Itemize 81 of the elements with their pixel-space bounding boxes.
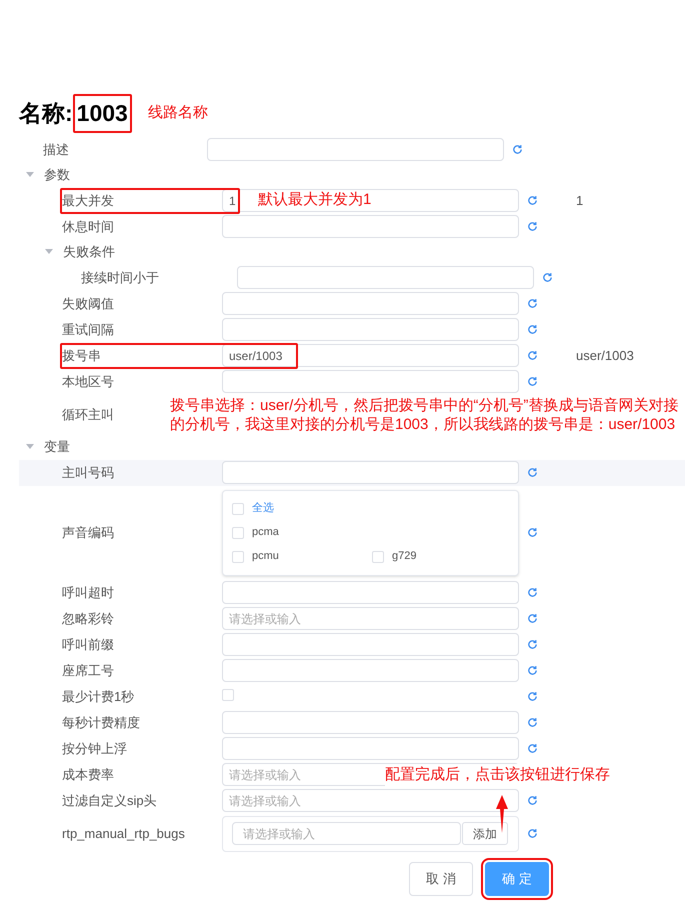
refresh-icon[interactable] <box>527 639 538 650</box>
refresh-icon[interactable] <box>527 717 538 728</box>
refresh-icon[interactable] <box>527 828 538 839</box>
text-field[interactable] <box>222 737 519 760</box>
cancel-button[interactable]: 取 消 <box>409 862 473 896</box>
text-field[interactable] <box>222 633 519 656</box>
text-field[interactable] <box>222 215 519 238</box>
text-field[interactable] <box>222 292 519 315</box>
caret-icon[interactable] <box>45 249 53 255</box>
refresh-icon[interactable] <box>527 221 538 232</box>
group-label[interactable]: 参数 <box>44 165 70 185</box>
annotation-tooltip: 配置完成后，点击该按钮进行保存 <box>385 764 610 786</box>
checkbox[interactable] <box>222 688 234 700</box>
field-label: 主叫号码 <box>62 464 114 482</box>
add-button[interactable]: 添加 <box>462 822 508 845</box>
checkbox[interactable] <box>232 526 244 538</box>
group-label[interactable]: 变量 <box>44 437 70 457</box>
field-label: 重试间隔 <box>62 320 114 339</box>
text-field[interactable] <box>222 659 519 682</box>
field-label: 最大并发 <box>62 192 114 210</box>
refresh-icon[interactable] <box>527 795 538 806</box>
annotation-text: 拨号串选择：user/分机号，然后把拨号串中的“分机号”替换成与语音网关对接的分机号，我这里对接的分机号是1003，所以我线路的拨号串是：user/1003 <box>170 396 680 434</box>
refresh-icon[interactable] <box>542 272 553 283</box>
refresh-icon[interactable] <box>527 195 538 206</box>
field-label: 按分钟上浮 <box>62 740 127 758</box>
field-label: 每秒计费精度 <box>62 714 140 732</box>
field-label: 失败阈值 <box>62 294 114 313</box>
field-label: 忽略彩铃 <box>62 610 114 628</box>
refresh-icon[interactable] <box>512 144 523 155</box>
checkbox[interactable] <box>232 502 244 514</box>
refresh-icon[interactable] <box>527 587 538 598</box>
checkbox-option[interactable]: pcma <box>232 524 372 540</box>
refresh-icon[interactable] <box>527 298 538 309</box>
text-field[interactable] <box>207 138 504 161</box>
field-label: rtp_manual_rtp_bugs <box>62 824 185 843</box>
field-label: 成本费率 <box>62 766 114 784</box>
refresh-icon[interactable] <box>527 613 538 624</box>
tag-input-field[interactable]: 请选择或输入 <box>232 822 461 845</box>
field-label: 座席工号 <box>62 662 114 680</box>
name-label: 名称: <box>19 99 73 128</box>
text-field[interactable]: user/1003 <box>222 344 519 367</box>
field-label: 声音编码 <box>62 524 114 542</box>
text-field[interactable] <box>222 461 519 484</box>
refresh-icon[interactable] <box>527 665 538 676</box>
annotation-text: 线路名称 <box>148 103 208 123</box>
refresh-icon[interactable] <box>527 691 538 702</box>
checkbox-option[interactable]: g729 <box>372 548 509 564</box>
refresh-icon[interactable] <box>527 324 538 335</box>
checkbox-option[interactable]: pcmu <box>232 548 372 564</box>
field-label: 循环主叫 <box>62 406 114 424</box>
caret-icon[interactable] <box>26 172 34 178</box>
text-field[interactable] <box>237 266 534 289</box>
group-label[interactable]: 失败条件 <box>63 242 115 262</box>
field-label: 描述 <box>43 140 69 159</box>
text-field[interactable] <box>222 581 519 604</box>
field-label: 接续时间小于 <box>81 268 159 287</box>
text-field[interactable]: 请选择或输入 <box>222 607 519 630</box>
line-name: 1003 <box>72 94 132 132</box>
text-field[interactable] <box>222 318 519 341</box>
refresh-icon[interactable] <box>527 376 538 387</box>
current-value: user/1003 <box>576 346 634 365</box>
refresh-icon[interactable] <box>527 743 538 754</box>
field-label: 拨号串 <box>62 346 101 365</box>
caret-icon[interactable] <box>26 444 34 450</box>
field-label: 本地区号 <box>62 372 114 391</box>
text-field[interactable]: 请选择或输入 <box>222 789 519 812</box>
field-label: 过滤自定义sip头 <box>62 792 157 810</box>
refresh-icon[interactable] <box>527 350 538 361</box>
field-label: 休息时间 <box>62 218 114 236</box>
field-label: 最少计费1秒 <box>62 688 134 706</box>
annotation-text: 默认最大并发为1 <box>258 190 372 210</box>
current-value: 1 <box>576 192 584 210</box>
field-label: 呼叫前缀 <box>62 636 114 654</box>
checkbox[interactable] <box>372 550 384 562</box>
field-label: 呼叫超时 <box>62 584 114 602</box>
text-field[interactable] <box>222 370 519 393</box>
checkbox[interactable] <box>232 550 244 562</box>
refresh-icon[interactable] <box>527 527 538 538</box>
text-field[interactable] <box>222 711 519 734</box>
refresh-icon[interactable] <box>527 467 538 478</box>
arrow-icon <box>495 795 509 833</box>
